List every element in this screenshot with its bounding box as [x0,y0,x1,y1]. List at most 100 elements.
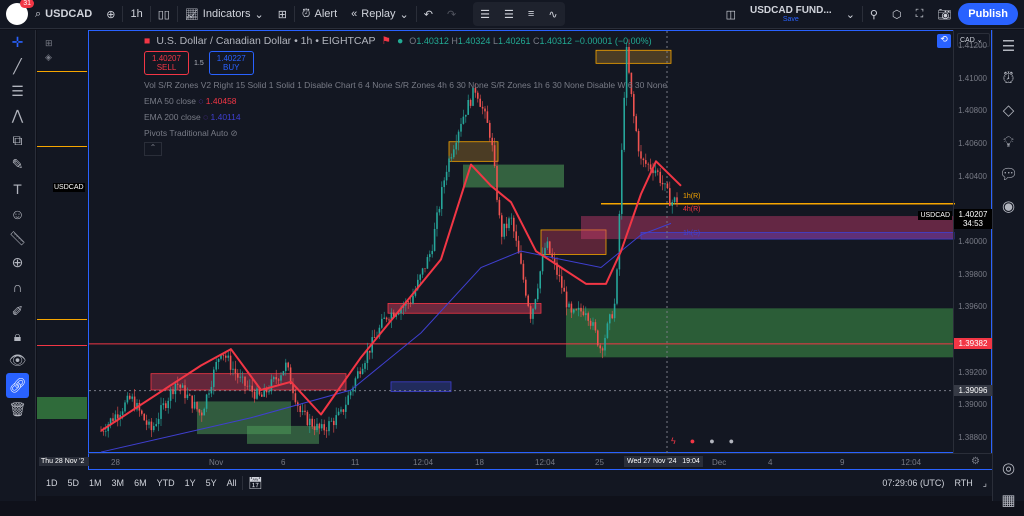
watchlist-icon[interactable]: ☰ [993,30,1024,62]
candle [424,268,426,269]
templates-icon[interactable]: ⊞ [271,0,294,29]
axis-settings-icon[interactable]: ⚙ [971,456,980,467]
pattern-icon[interactable]: ⋀ [0,104,35,129]
flag-us-icon[interactable]: ● [729,436,734,446]
compare-add-icon[interactable]: ⊕ [99,0,122,29]
range-6m[interactable]: 6M [129,478,152,488]
filter-icon[interactable]: ☰ [473,0,497,29]
candle [436,212,438,229]
candle [609,314,611,324]
layout-icon[interactable]: ◫ [719,0,743,29]
range-ytd[interactable]: YTD [152,478,180,488]
interval-button[interactable]: 1h [123,0,149,29]
candle [349,391,352,396]
redo-icon[interactable]: ↷ [440,0,463,29]
fib-icon[interactable]: ☰ [0,79,35,104]
price-tick: 1.39200 [958,367,987,377]
layout-name-button[interactable]: USDCAD FUND... Save [743,0,839,29]
lock-drawing-icon[interactable]: ✐ [0,300,35,325]
goto-date-icon[interactable]: 📅︎ [241,476,268,490]
maximize-icon[interactable]: ⌟ [978,478,992,489]
trash-icon[interactable]: 🗑︎ [0,398,35,423]
chart-area[interactable]: ⊞ ◈ USDCAD ■ U.S. Dollar / Canadian Doll… [37,30,992,470]
indicators-button[interactable]: 📈︎ Indicators ⌄ [178,0,271,29]
candle [342,409,345,412]
clock[interactable]: 07:29:06 (UTC) [877,478,949,488]
indicator-pivots[interactable]: Pivots Traditional Auto ⊘ [144,128,667,139]
zoom-in-icon[interactable]: ⊕ [0,251,35,276]
candles-icon[interactable]: ▯▯ [151,0,177,29]
auto-scale-button[interactable]: ⟲ [937,34,951,48]
brush-icon[interactable]: ✎ [0,153,35,178]
price-tick: 1.38800 [958,432,987,442]
candle [419,274,421,280]
trend-icon[interactable]: ∿ [541,0,564,29]
indicator-vol-sr[interactable]: Vol S/R Zones V2 Right 15 Solid 1 Solid … [144,80,667,90]
streams-icon[interactable]: ◉ [993,190,1024,222]
candle [299,406,301,412]
flag-us-icon[interactable]: ● [709,436,714,446]
ideas-icon[interactable]: 💡︎ [993,126,1024,158]
magnet-icon[interactable]: ∩ [0,275,35,300]
indicator-ema50[interactable]: EMA 50 close ◌ 1.40458 [144,96,667,106]
text-icon[interactable]: T [0,177,35,202]
collapse-legend-button[interactable]: ⌃ [144,142,162,156]
candle [601,348,604,351]
time-axis[interactable]: Thu 28 Nov '2 Wed 27 Nov '24 19:04 ⚙ 28 N… [39,453,992,470]
session-button[interactable]: RTH [949,478,977,488]
filter-icon[interactable]: ☰ [497,0,521,29]
calendar-icon[interactable]: ▦ [993,484,1024,516]
alarm-icon[interactable]: ⏰︎ [993,62,1024,94]
flag-ca-icon[interactable]: ● [690,436,695,446]
range-1m[interactable]: 1M [84,478,107,488]
candle [162,403,165,406]
position-icon[interactable]: ⧉ [0,128,35,153]
eye-icon[interactable]: 👁︎ [0,349,35,374]
candle [143,413,145,421]
target-icon[interactable]: ◎ [993,452,1024,484]
lock-icon[interactable]: 🔒︎ [0,324,35,349]
avatar[interactable]: 31 [6,0,34,25]
lightning-icon[interactable]: ϟ [671,436,676,446]
replay-button[interactable]: «Replay ⌄ [344,0,416,29]
price-axis[interactable]: CAD ⌄ 1.40207 34:53 1.39382 1.39096 1.412… [953,30,992,453]
symbol-search-button[interactable]: ⌕ USDCAD [28,0,99,29]
quick-search-icon[interactable]: ⚲ [863,0,885,29]
alert-button[interactable]: ⏰︎ Alert [295,0,344,29]
emoji-icon[interactable]: ☺ [0,202,35,227]
lines-icon[interactable]: ≡ [521,0,541,29]
undo-icon[interactable]: ↶ [417,0,440,29]
candle [337,411,340,416]
trendline-icon[interactable]: ╱ [0,55,35,80]
candle [412,295,414,304]
layers-icon[interactable]: ◇ [993,94,1024,126]
layers-icon[interactable]: ◈ [45,52,52,63]
main-price-pane[interactable]: ■ U.S. Dollar / Canadian Dollar • 1h • E… [88,30,955,454]
chevron-down-icon[interactable]: ⌄ [839,0,862,29]
candle [383,317,385,319]
range-3m[interactable]: 3M [107,478,130,488]
range-5d[interactable]: 5D [63,478,85,488]
crosshair-icon[interactable]: ✛ [0,30,35,55]
ruler-icon[interactable]: 📏︎ [0,226,35,251]
camera-icon[interactable]: 📷︎ [930,0,958,29]
buy-button[interactable]: 1.40227 BUY [208,51,254,75]
range-1y[interactable]: 1Y [180,478,201,488]
range-1d[interactable]: 1D [41,478,63,488]
indicator-ema200[interactable]: EMA 200 close ◌ 1.40114 [144,112,667,122]
range-5y[interactable]: 5Y [201,478,222,488]
sell-button[interactable]: 1.40207 SELL [144,51,189,75]
candle [198,409,201,413]
candle [129,395,131,399]
link-icon[interactable]: 🔗︎ [6,373,29,398]
candle [510,217,513,219]
candle [309,418,311,426]
chat-icon[interactable]: 💬︎ [993,158,1024,190]
range-all[interactable]: All [222,478,242,488]
candle [664,183,666,185]
settings-icon[interactable]: ⬡ [885,0,909,29]
publish-button[interactable]: Publish [958,3,1018,25]
pane-expand-icon[interactable]: ⊞ [45,38,53,49]
candle [441,187,443,209]
fullscreen-icon[interactable]: ⛶ [909,0,931,29]
